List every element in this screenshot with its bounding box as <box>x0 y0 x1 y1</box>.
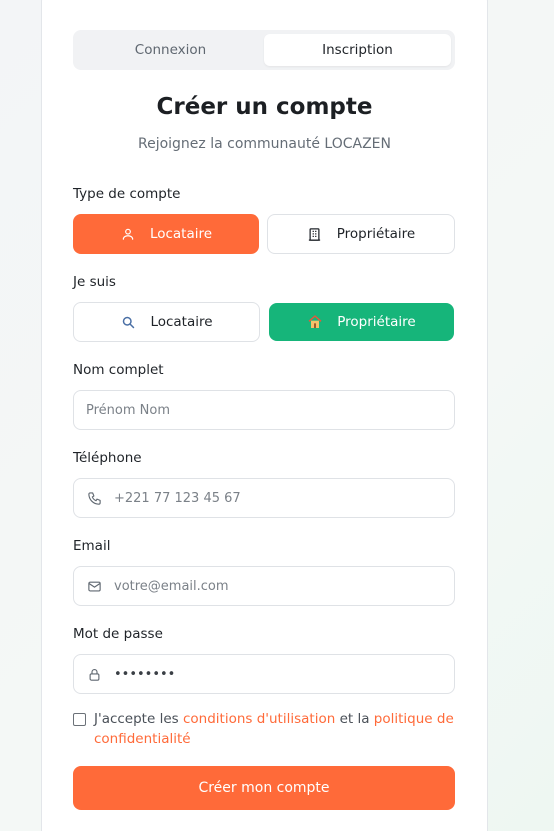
je-suis-proprietaire-label: Propriétaire <box>337 314 416 330</box>
je-suis-locataire-label: Locataire <box>150 314 213 330</box>
page-subtitle: Rejoignez la communauté LOCAZEN <box>137 136 392 152</box>
name-field[interactable]: Prénom Nom <box>73 390 455 430</box>
tab-inscription[interactable]: Inscription <box>264 34 451 66</box>
account-type-locataire-label: Locataire <box>149 226 213 242</box>
terms-checkbox[interactable] <box>73 713 86 726</box>
je-suis-proprietaire-button[interactable]: Propriétaire <box>269 303 454 341</box>
phone-field-placeholder: +221 77 123 45 67 <box>114 490 241 506</box>
phone-field-label: Téléphone <box>73 450 142 466</box>
email-field-placeholder: votre@email.com <box>114 578 229 594</box>
terms-row: J'accepte les conditions d'utilisation e… <box>73 709 455 749</box>
terms-link[interactable]: conditions d'utilisation <box>183 711 335 727</box>
password-field[interactable]: •••••••• <box>73 654 455 694</box>
terms-middle: et la <box>339 711 370 727</box>
page-title: Créer un compte <box>156 94 373 120</box>
je-suis-locataire-button[interactable]: Locataire <box>73 302 260 342</box>
account-type-proprietaire-button[interactable]: Propriétaire <box>267 214 455 254</box>
mail-icon <box>86 578 102 594</box>
account-type-locataire-button[interactable]: Locataire <box>73 214 259 254</box>
house-icon <box>307 314 323 330</box>
building-icon <box>307 226 323 242</box>
name-field-placeholder: Prénom Nom <box>86 402 170 418</box>
je-suis-label: Je suis <box>73 274 116 290</box>
auth-tabs: Connexion Inscription <box>73 30 455 70</box>
password-field-label: Mot de passe <box>73 626 163 642</box>
phone-field[interactable]: +221 77 123 45 67 <box>73 478 455 518</box>
phone-icon <box>86 490 102 506</box>
account-type-label: Type de compte <box>73 186 181 202</box>
user-icon <box>120 226 136 242</box>
search-icon <box>120 314 136 330</box>
account-type-proprietaire-label: Propriétaire <box>336 226 416 242</box>
tab-connexion[interactable]: Connexion <box>77 34 264 66</box>
name-field-label: Nom complet <box>73 362 164 378</box>
terms-prefix: J'accepte les <box>94 711 179 727</box>
create-account-button[interactable]: Créer mon compte <box>73 766 455 810</box>
lock-icon <box>86 666 102 682</box>
email-field-label: Email <box>73 538 111 554</box>
password-field-value: •••••••• <box>114 666 176 682</box>
email-field[interactable]: votre@email.com <box>73 566 455 606</box>
